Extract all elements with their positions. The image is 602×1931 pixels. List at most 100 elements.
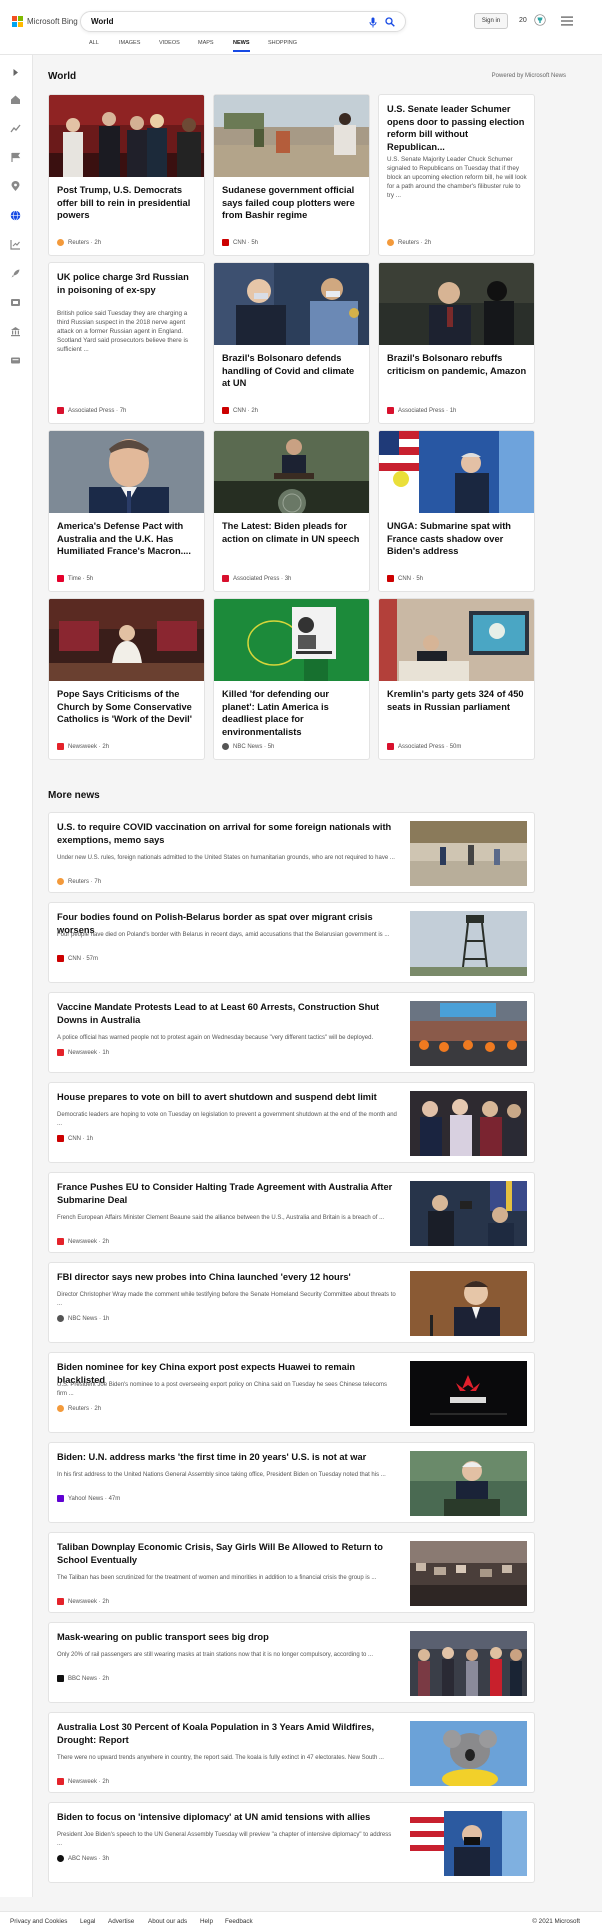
tab-news[interactable]: NEWS <box>233 40 250 52</box>
news-list-item[interactable]: Vaccine Mandate Protests Lead to at Leas… <box>48 992 535 1073</box>
news-thumbnail <box>410 1541 527 1606</box>
footer-link-about-ads[interactable]: About our ads <box>148 1918 187 1925</box>
rewards-trophy-icon[interactable] <box>534 14 546 26</box>
news-headline[interactable]: France Pushes EU to Consider Halting Tra… <box>57 1181 393 1207</box>
rewards-count[interactable]: 20 <box>519 17 527 24</box>
news-thumbnail <box>410 1091 527 1156</box>
footer-link-advertise[interactable]: Advertise <box>108 1918 134 1925</box>
news-headline[interactable]: Vaccine Mandate Protests Lead to at Leas… <box>57 1001 393 1027</box>
science-rocket-icon[interactable] <box>10 268 21 279</box>
sign-in-button[interactable]: Sign in <box>474 13 508 29</box>
news-snippet: Under new U.S. rules, foreign nationals … <box>57 855 395 861</box>
news-card[interactable]: U.S. Senate leader Schumer opens door to… <box>378 94 535 256</box>
news-headline[interactable]: Sudanese government official says failed… <box>222 184 362 222</box>
news-headline[interactable]: Kremlin's party gets 324 of 450 seats in… <box>387 688 527 713</box>
tab-shopping[interactable]: SHOPPING <box>268 40 297 46</box>
home-icon[interactable] <box>10 94 21 105</box>
more-topics-icon[interactable] <box>10 355 21 366</box>
news-list-item[interactable]: FBI director says new probes into China … <box>48 1262 535 1343</box>
entertainment-tv-icon[interactable] <box>10 297 21 308</box>
footer-link-help[interactable]: Help <box>200 1918 213 1925</box>
tab-videos[interactable]: VIDEOS <box>159 40 180 46</box>
news-thumbnail <box>410 1001 527 1066</box>
news-list-item[interactable]: Australia Lost 30 Percent of Koala Popul… <box>48 1712 535 1793</box>
news-headline[interactable]: U.S. to require COVID vaccination on arr… <box>57 821 393 847</box>
news-headline[interactable]: America's Defense Pact with Australia an… <box>57 520 197 558</box>
news-headline[interactable]: FBI director says new probes into China … <box>57 1271 393 1284</box>
news-card[interactable]: Sudanese government official says failed… <box>213 94 370 256</box>
news-snippet: U.S. Senate Majority Leader Chuck Schume… <box>387 156 527 199</box>
footer-link-privacy[interactable]: Privacy and Cookies <box>10 1918 67 1925</box>
news-card[interactable]: Brazil's Bolsonaro defends handling of C… <box>213 262 370 424</box>
politics-building-icon[interactable] <box>10 326 21 337</box>
news-card[interactable]: Kremlin's party gets 324 of 450 seats in… <box>378 598 535 760</box>
news-headline[interactable]: Australia Lost 30 Percent of Koala Popul… <box>57 1721 393 1747</box>
news-card[interactable]: Brazil's Bolsonaro rebuffs criticism on … <box>378 262 535 424</box>
news-list-item[interactable]: Biden nominee for key China export post … <box>48 1352 535 1433</box>
news-thumbnail <box>214 431 369 513</box>
news-headline[interactable]: Biden to focus on 'intensive diplomacy' … <box>57 1811 393 1824</box>
microphone-icon[interactable] <box>369 17 377 28</box>
footer-link-legal[interactable]: Legal <box>80 1918 95 1925</box>
news-source: ABC News · 3h <box>57 1855 109 1862</box>
news-list-item[interactable]: France Pushes EU to Consider Halting Tra… <box>48 1172 535 1253</box>
news-list-item[interactable]: House prepares to vote on bill to avert … <box>48 1082 535 1163</box>
news-list-item[interactable]: Mask-wearing on public transport sees bi… <box>48 1622 535 1703</box>
news-headline[interactable]: UK police charge 3rd Russian in poisonin… <box>57 271 197 296</box>
news-card[interactable]: The Latest: Biden pleads for action on c… <box>213 430 370 592</box>
news-headline[interactable]: Mask-wearing on public transport sees bi… <box>57 1631 393 1644</box>
news-card[interactable]: Post Trump, U.S. Democrats offer bill to… <box>48 94 205 256</box>
news-headline[interactable]: Brazil's Bolsonaro rebuffs criticism on … <box>387 352 527 377</box>
news-list-item[interactable]: Taliban Downplay Economic Crisis, Say Gi… <box>48 1532 535 1613</box>
bing-logo[interactable]: Microsoft Bing <box>12 15 78 27</box>
news-list-item[interactable]: Biden: U.N. address marks 'the first tim… <box>48 1442 535 1523</box>
news-card[interactable]: Killed 'for defending our planet': Latin… <box>213 598 370 760</box>
news-thumbnail <box>379 263 534 345</box>
business-chart-icon[interactable] <box>10 239 21 250</box>
search-icon[interactable] <box>385 17 395 27</box>
tab-all[interactable]: ALL <box>89 40 99 46</box>
news-card[interactable]: UK police charge 3rd Russian in poisonin… <box>48 262 205 424</box>
cnn-logo-icon <box>57 1135 64 1142</box>
news-card[interactable]: America's Defense Pact with Australia an… <box>48 430 205 592</box>
section-title: World <box>48 71 77 82</box>
newsweek-logo-icon <box>57 1778 64 1785</box>
hamburger-menu-icon[interactable] <box>561 16 573 26</box>
news-headline[interactable]: U.S. Senate leader Schumer opens door to… <box>387 103 527 153</box>
expand-arrow-icon[interactable] <box>10 67 21 78</box>
cnn-logo-icon <box>222 239 229 246</box>
footer-link-feedback[interactable]: Feedback <box>225 1918 253 1925</box>
news-list-item[interactable]: Four bodies found on Polish-Belarus bord… <box>48 902 535 983</box>
newsweek-logo-icon <box>57 1598 64 1605</box>
ap-logo-icon <box>222 575 229 582</box>
search-box[interactable]: World <box>80 11 406 32</box>
globe-icon[interactable] <box>10 210 21 221</box>
ap-logo-icon <box>387 743 394 750</box>
news-list-item[interactable]: Biden to focus on 'intensive diplomacy' … <box>48 1802 535 1883</box>
news-card[interactable]: Pope Says Criticisms of the Church by So… <box>48 598 205 760</box>
news-headline[interactable]: UNGA: Submarine spat with France casts s… <box>387 520 527 558</box>
tab-maps[interactable]: MAPS <box>198 40 214 46</box>
top-header: Microsoft Bing World Sign in 20 ALL IMAG… <box>0 0 602 55</box>
category-rail <box>0 55 33 1897</box>
trending-icon[interactable] <box>10 123 21 134</box>
news-card[interactable]: UNGA: Submarine spat with France casts s… <box>378 430 535 592</box>
reuters-logo-icon <box>57 239 64 246</box>
news-list-item[interactable]: U.S. to require COVID vaccination on arr… <box>48 812 535 893</box>
tab-images[interactable]: IMAGES <box>119 40 140 46</box>
news-headline[interactable]: Pope Says Criticisms of the Church by So… <box>57 688 197 726</box>
news-headline[interactable]: House prepares to vote on bill to avert … <box>57 1091 393 1104</box>
local-pin-icon[interactable] <box>10 181 21 192</box>
news-headline[interactable]: The Latest: Biden pleads for action on c… <box>222 520 362 545</box>
page-footer: Privacy and Cookies Legal Advertise Abou… <box>0 1911 602 1931</box>
flag-icon[interactable] <box>10 152 21 163</box>
ap-logo-icon <box>57 407 64 414</box>
news-source: Newsweek · 2h <box>57 1238 109 1245</box>
news-headline[interactable]: Brazil's Bolsonaro defends handling of C… <box>222 352 362 390</box>
news-thumbnail <box>379 599 534 681</box>
news-headline[interactable]: Taliban Downplay Economic Crisis, Say Gi… <box>57 1541 393 1567</box>
search-input[interactable]: World <box>91 17 114 26</box>
news-headline[interactable]: Biden: U.N. address marks 'the first tim… <box>57 1451 393 1464</box>
news-headline[interactable]: Post Trump, U.S. Democrats offer bill to… <box>57 184 197 222</box>
news-headline[interactable]: Killed 'for defending our planet': Latin… <box>222 688 362 738</box>
